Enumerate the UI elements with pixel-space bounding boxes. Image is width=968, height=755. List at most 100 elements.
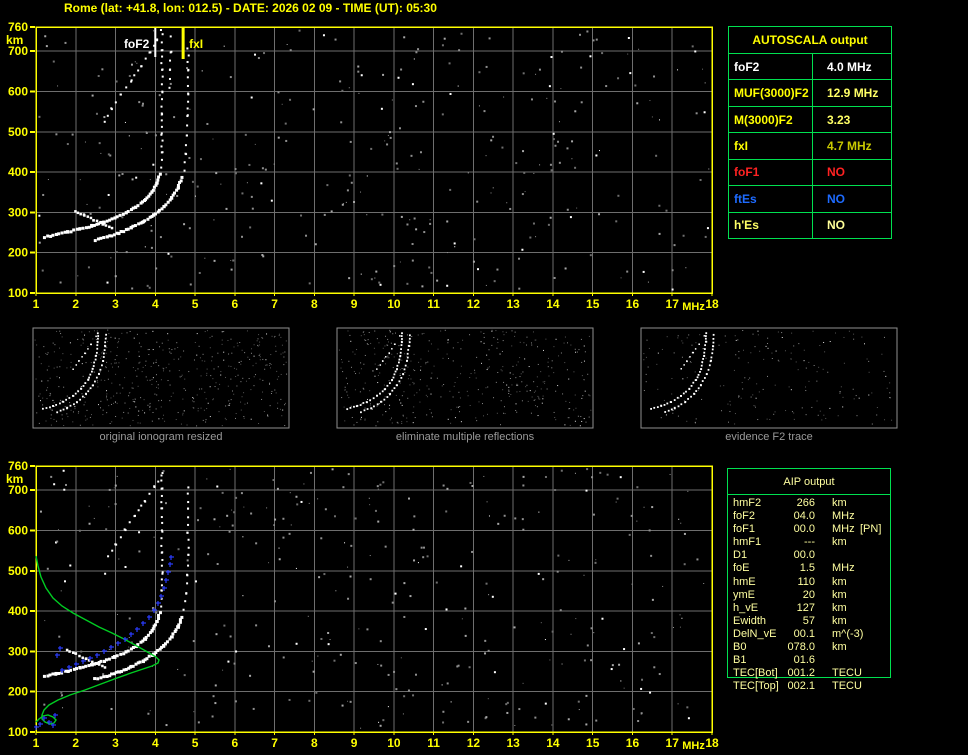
svg-text:15: 15 — [586, 297, 600, 311]
svg-text:11: 11 — [427, 297, 440, 311]
aip-row-unit: TECU — [832, 680, 862, 693]
autoscala-row-label: foF2 — [729, 54, 813, 80]
svg-text:760: 760 — [8, 20, 28, 34]
svg-text:100: 100 — [8, 286, 28, 300]
aip-table-row: h_vE 127 km — [727, 602, 902, 615]
svg-text:300: 300 — [8, 644, 28, 658]
svg-text:4: 4 — [152, 297, 159, 311]
aip-row-value: 01.6 — [793, 654, 815, 667]
autoscala-row-label: ftEs — [729, 186, 813, 212]
autoscala-row-value: NO — [827, 191, 845, 206]
svg-text:500: 500 — [8, 564, 28, 578]
autoscala-row-value: NO — [827, 165, 845, 180]
autoscala-row-label: fxI — [729, 133, 813, 159]
aip-row-value: 078.0 — [787, 641, 815, 654]
aip-row-value: 57 — [802, 614, 815, 627]
aip-row-unit: km — [832, 601, 847, 614]
svg-text:5: 5 — [192, 736, 199, 750]
aip-row-value: 20 — [802, 588, 815, 601]
svg-text:7: 7 — [271, 736, 278, 750]
aip-row-label: Ewidth — [733, 614, 767, 627]
aip-row-value: 110 — [797, 575, 815, 588]
aip-row-unit: TECU — [832, 667, 862, 680]
aip-table-row: B0 078.0 km — [727, 641, 902, 654]
aip-row-value: 127 — [796, 601, 815, 614]
svg-text:100: 100 — [8, 725, 28, 739]
svg-text:1: 1 — [33, 297, 40, 311]
autoscala-table-row: ftEs NO — [729, 185, 891, 212]
aip-row-extra: [PN] — [860, 523, 882, 536]
aip-table-row: D1 00.0 — [727, 549, 902, 562]
svg-text:2: 2 — [72, 736, 79, 750]
svg-text:MHz: MHz — [682, 301, 705, 313]
svg-text:9: 9 — [351, 736, 358, 750]
page-title: Rome (lat: +41.8, lon: 012.5) - DATE: 20… — [64, 1, 437, 15]
aip-row-unit: km — [832, 588, 847, 601]
aip-table-row: foF1 00.0 MHz [PN] — [727, 523, 902, 536]
aip-row-unit: MHz — [832, 562, 855, 575]
aip-table-row: TEC[Bot] 001.2 TECU — [727, 667, 902, 680]
aip-table-header: AIP output — [728, 469, 890, 495]
svg-text:14: 14 — [546, 736, 560, 750]
aip-row-label: B0 — [733, 641, 747, 654]
autoscala-table-row: foF1 NO — [729, 158, 891, 186]
aip-table-row: ymE 20 km — [727, 589, 902, 602]
autoscala-table-row: fxI 4.7 MHz — [729, 132, 891, 159]
svg-text:3: 3 — [112, 297, 119, 311]
svg-text:600: 600 — [8, 84, 28, 98]
svg-text:13: 13 — [506, 297, 520, 311]
svg-text:9: 9 — [351, 297, 358, 311]
aip-row-value: 00.0 — [793, 523, 815, 536]
autoscala-row-value: NO — [827, 218, 845, 233]
aip-table-row: B1 01.6 — [727, 654, 902, 667]
aip-table-row: hmF1 --- km — [727, 536, 902, 549]
aip-table-rows: hmF2 266 km foF2 04.0 MHz foF1 00.0 MHz [PN] hmF1 -… — [727, 497, 902, 693]
svg-text:MHz: MHz — [682, 740, 705, 752]
aip-row-value: 04.0 — [793, 510, 815, 523]
autoscala-row-label: MUF(3000)F2 — [729, 80, 813, 106]
thumbnail-caption-eliminate: eliminate multiple reflections — [395, 431, 535, 443]
autoscala-row-value: 4.0 MHz — [827, 59, 872, 74]
svg-text:15: 15 — [586, 736, 600, 750]
svg-text:6: 6 — [231, 736, 238, 750]
svg-text:3: 3 — [112, 736, 119, 750]
aip-table-row: Ewidth 57 km — [727, 615, 902, 628]
thumbnail-caption-original: original ionogram resized — [99, 431, 223, 443]
aip-table-row: hmF2 266 km — [727, 497, 902, 510]
svg-text:400: 400 — [8, 165, 28, 179]
svg-text:17: 17 — [666, 297, 680, 311]
svg-text:8: 8 — [311, 297, 318, 311]
autoscala-row-label: foF1 — [729, 159, 813, 186]
autoscala-table-row: foF2 4.0 MHz — [729, 53, 891, 80]
autoscala-output-table: AUTOSCALA output foF2 4.0 MHz MUF(3000)F2 1… — [728, 26, 892, 239]
autoscala-row-label: M(3000)F2 — [729, 106, 813, 133]
autoscala-table-row: M(3000)F2 3.23 — [729, 105, 891, 133]
aip-row-unit: km — [832, 536, 847, 549]
svg-text:400: 400 — [8, 604, 28, 618]
aip-row-unit: km — [832, 497, 847, 509]
aip-row-unit: km — [832, 575, 847, 588]
svg-text:8: 8 — [311, 736, 318, 750]
aip-row-label: foE — [733, 562, 750, 575]
svg-text:760: 760 — [8, 459, 28, 473]
aip-row-unit: km — [832, 614, 847, 627]
aip-row-unit: km — [832, 641, 847, 654]
svg-text:11: 11 — [427, 736, 440, 750]
autoscala-row-value: 12.9 MHz — [827, 86, 879, 101]
svg-text:14: 14 — [546, 297, 560, 311]
svg-text:18: 18 — [705, 736, 719, 750]
aip-row-unit: MHz — [832, 510, 855, 523]
autoscala-row-value: 4.7 MHz — [827, 138, 872, 153]
aip-table-row: TEC[Top] 002.1 TECU — [727, 680, 902, 693]
svg-text:300: 300 — [8, 205, 28, 219]
aip-row-label: D1 — [733, 549, 748, 562]
svg-text:km: km — [6, 33, 23, 47]
svg-text:500: 500 — [8, 125, 28, 139]
svg-text:1: 1 — [33, 736, 40, 750]
svg-text:17: 17 — [666, 736, 680, 750]
aip-row-label: B1 — [733, 654, 747, 667]
svg-text:600: 600 — [8, 523, 28, 537]
svg-text:12: 12 — [467, 736, 481, 750]
aip-row-label: hmF2 — [733, 497, 762, 509]
svg-text:12: 12 — [467, 297, 481, 311]
